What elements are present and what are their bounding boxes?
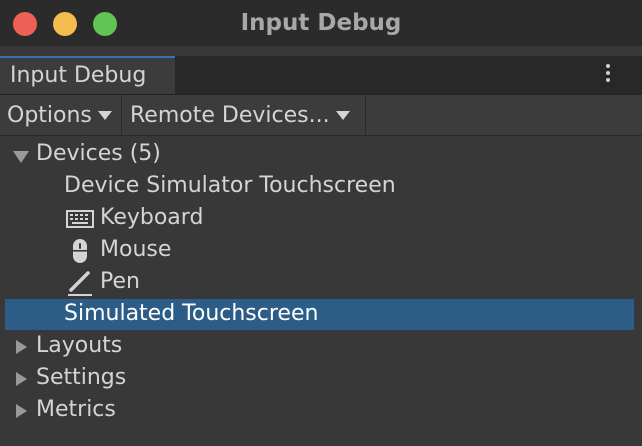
tree-item-device-simulator-touchscreen[interactable]: Device Simulator Touchscreen	[5, 171, 634, 202]
remote-devices-dropdown[interactable]: Remote Devices...	[123, 95, 366, 135]
tree-item-label: Devices (5)	[36, 141, 161, 166]
pen-icon	[68, 271, 92, 296]
window-titlebar: Input Debug	[0, 0, 642, 46]
tab-input-debug[interactable]: Input Debug	[0, 56, 175, 94]
tree-item-simulated-touchscreen[interactable]: Simulated Touchscreen	[5, 299, 634, 330]
toolbar: Options Remote Devices...	[0, 95, 642, 136]
tree-item-label: Device Simulator Touchscreen	[64, 173, 396, 198]
options-dropdown[interactable]: Options	[0, 95, 122, 135]
tree-item-keyboard[interactable]: Keyboard	[5, 203, 634, 234]
chevron-down-icon	[97, 110, 112, 120]
kebab-menu-icon[interactable]	[596, 62, 620, 86]
tree-item-label: Settings	[36, 365, 127, 390]
chevron-down-icon	[335, 110, 350, 120]
tree-item-label: Pen	[100, 269, 140, 294]
options-label: Options	[7, 102, 92, 128]
tree-item-label: Keyboard	[100, 205, 204, 230]
remote-devices-label: Remote Devices...	[130, 102, 330, 128]
window-title: Input Debug	[240, 10, 402, 36]
tree-item-devices[interactable]: Devices (5)	[5, 139, 634, 170]
keyboard-icon	[66, 210, 94, 228]
tree-item-settings[interactable]: Settings	[5, 363, 634, 394]
tree-item-label: Layouts	[36, 333, 123, 358]
expand-arrow-icon[interactable]	[16, 340, 27, 354]
tree-item-layouts[interactable]: Layouts	[5, 331, 634, 362]
tree-item-label: Mouse	[100, 237, 172, 262]
tree-item-label: Metrics	[36, 397, 116, 422]
tree-item-metrics[interactable]: Metrics	[5, 395, 634, 426]
mouse-icon	[73, 239, 87, 263]
expand-arrow-icon[interactable]	[16, 372, 27, 386]
tree-item-mouse[interactable]: Mouse	[5, 235, 634, 266]
tree-item-label: Simulated Touchscreen	[64, 301, 319, 326]
expand-arrow-icon[interactable]	[16, 404, 27, 418]
tree-item-pen[interactable]: Pen	[5, 267, 634, 298]
tab-label: Input Debug	[10, 63, 147, 88]
tab-strip: Input Debug	[0, 56, 642, 95]
expand-arrow-icon[interactable]	[13, 151, 29, 163]
